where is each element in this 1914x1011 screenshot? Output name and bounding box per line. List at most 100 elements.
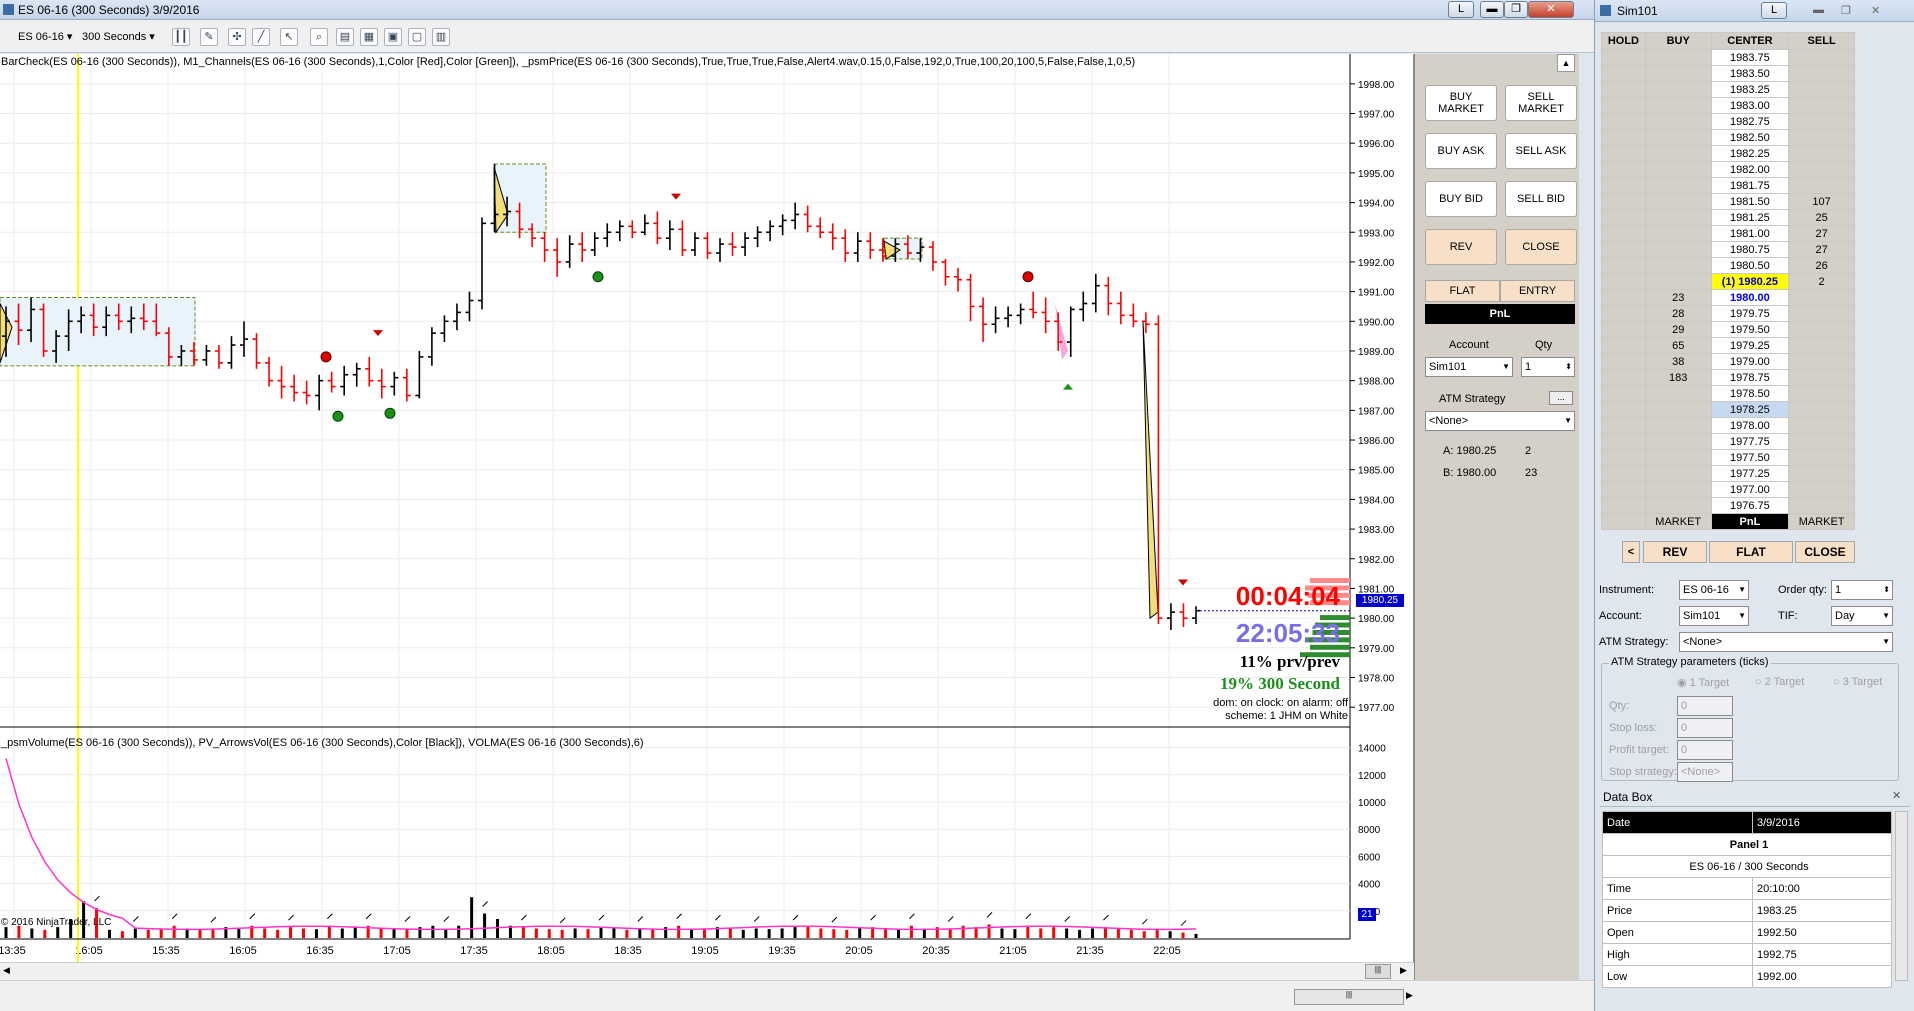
target-3-radio[interactable]: ○ 3 Target — [1833, 676, 1882, 688]
hold-cell[interactable] — [1601, 433, 1646, 450]
buy-cell[interactable] — [1644, 161, 1712, 178]
hold-cell[interactable] — [1601, 385, 1646, 402]
sell-cell[interactable] — [1788, 385, 1855, 402]
buy-cell[interactable] — [1644, 433, 1712, 450]
buy-cell[interactable] — [1644, 273, 1712, 290]
sell-cell[interactable]: 25 — [1788, 209, 1855, 226]
sell-bid-button[interactable]: SELL BID — [1505, 181, 1577, 217]
buy-market-button[interactable]: BUY MARKET — [1425, 85, 1497, 121]
hold-cell[interactable] — [1601, 161, 1646, 178]
target-2-radio[interactable]: ○ 2 Target — [1755, 676, 1804, 688]
sell-cell[interactable] — [1788, 81, 1855, 98]
hold-cell[interactable] — [1601, 465, 1646, 482]
scroll-right-icon[interactable]: ▶ — [1400, 965, 1407, 976]
sell-cell[interactable] — [1788, 305, 1855, 322]
collapse-up-icon[interactable]: ▲ — [1557, 54, 1575, 72]
sell-cell[interactable] — [1788, 129, 1855, 146]
buy-cell[interactable] — [1644, 129, 1712, 146]
hold-cell[interactable] — [1601, 209, 1646, 226]
hold-cell[interactable] — [1601, 353, 1646, 370]
tif-select[interactable]: Day ▼ — [1831, 606, 1893, 626]
close-position-button[interactable]: CLOSE — [1505, 229, 1577, 265]
hold-cell[interactable] — [1601, 225, 1646, 242]
hold-cell[interactable] — [1601, 369, 1646, 386]
dom-link-button[interactable]: L — [1761, 2, 1787, 19]
sell-cell[interactable] — [1788, 369, 1855, 386]
crosshair-icon[interactable]: ✣ — [228, 28, 246, 46]
sell-cell[interactable] — [1788, 401, 1855, 418]
qty-stepper[interactable]: 1 ⬍ — [1521, 357, 1575, 377]
bottom-scroll-right-icon[interactable]: ▶ — [1406, 990, 1413, 1001]
sell-cell[interactable]: 26 — [1788, 257, 1855, 274]
buy-cell[interactable] — [1644, 417, 1712, 434]
bottom-scroll-thumb[interactable]: ||| — [1294, 989, 1404, 1005]
buy-ask-button[interactable]: BUY ASK — [1425, 133, 1497, 169]
sell-cell[interactable] — [1788, 433, 1855, 450]
account-select[interactable]: Sim101 ▼ — [1425, 357, 1513, 377]
buy-cell[interactable]: 29 — [1644, 321, 1712, 338]
minimize-icon[interactable]: ▬ — [1480, 1, 1504, 18]
hold-cell[interactable] — [1601, 401, 1646, 418]
hold-cell[interactable] — [1601, 417, 1646, 434]
sell-cell[interactable] — [1788, 481, 1855, 498]
hold-cell[interactable] — [1601, 193, 1646, 210]
stop-loss-input[interactable]: 0 — [1677, 718, 1733, 738]
scroll-thumb[interactable]: ||| — [1365, 964, 1391, 979]
sell-market-button[interactable]: SELL MARKET — [1505, 85, 1577, 121]
sell-cell[interactable] — [1788, 97, 1855, 114]
image-icon[interactable]: ▣ — [384, 28, 402, 46]
dom-atm-select[interactable]: <None> ▼ — [1679, 632, 1893, 652]
buy-cell[interactable] — [1644, 465, 1712, 482]
dom-close-icon[interactable]: ✕ — [1871, 4, 1880, 17]
buy-cell[interactable] — [1644, 225, 1712, 242]
buy-cell[interactable] — [1644, 209, 1712, 226]
hold-cell[interactable] — [1601, 321, 1646, 338]
hold-cell[interactable] — [1601, 129, 1646, 146]
instrument-selector[interactable]: ES 06-16 ▾ — [18, 27, 72, 47]
zoom-icon[interactable]: ⌕ — [310, 28, 328, 46]
buy-cell[interactable] — [1644, 401, 1712, 418]
sell-cell[interactable] — [1788, 465, 1855, 482]
buy-cell[interactable] — [1644, 497, 1712, 514]
sell-cell[interactable]: 107 — [1788, 193, 1855, 210]
data-box-scrollbar[interactable] — [1895, 811, 1908, 981]
hold-cell[interactable] — [1601, 305, 1646, 322]
hold-cell[interactable] — [1601, 337, 1646, 354]
atm-strategy-select[interactable]: <None> ▼ — [1425, 411, 1575, 431]
cursor-icon[interactable]: ↖ — [280, 28, 298, 46]
buy-cell[interactable]: 183 — [1644, 369, 1712, 386]
buy-cell[interactable] — [1644, 385, 1712, 402]
qty-param-input[interactable]: 0 — [1677, 696, 1733, 716]
market-sell-button[interactable]: MARKET — [1788, 513, 1855, 530]
properties-icon[interactable]: ▤ — [336, 28, 354, 46]
close-icon[interactable]: ✕ — [1528, 1, 1574, 18]
hold-cell[interactable] — [1601, 145, 1646, 162]
chart-horizontal-scrollbar[interactable]: ◀ ||| ▶ — [0, 962, 1414, 980]
interval-selector[interactable]: 300 Seconds ▾ — [82, 27, 155, 47]
dom-instrument-select[interactable]: ES 06-16 ▼ — [1679, 580, 1749, 600]
sell-cell[interactable] — [1788, 145, 1855, 162]
bar-type-icon[interactable]: ┃┃ — [172, 28, 190, 46]
sell-cell[interactable] — [1788, 289, 1855, 306]
sell-cell[interactable] — [1788, 113, 1855, 130]
atm-more-icon[interactable]: ... — [1549, 391, 1573, 405]
bottom-scroll-bar[interactable]: ||| ▶ — [0, 980, 1594, 1011]
dom-flat-button[interactable]: FLAT — [1709, 541, 1793, 563]
chart-trader-icon[interactable]: ▥ — [432, 28, 450, 46]
sell-cell[interactable]: 27 — [1788, 241, 1855, 258]
buy-cell[interactable]: 28 — [1644, 305, 1712, 322]
dom-account-select[interactable]: Sim101 ▼ — [1679, 606, 1749, 626]
sell-cell[interactable] — [1788, 65, 1855, 82]
hold-cell[interactable] — [1601, 497, 1646, 514]
data-box-close-icon[interactable]: ✕ — [1892, 789, 1901, 802]
link-button[interactable]: L — [1448, 1, 1474, 18]
hold-cell[interactable] — [1601, 97, 1646, 114]
buy-bid-button[interactable]: BUY BID — [1425, 181, 1497, 217]
hold-cell[interactable] — [1601, 273, 1646, 290]
sell-cell[interactable] — [1788, 337, 1855, 354]
profit-target-input[interactable]: 0 — [1677, 740, 1733, 760]
dom-close-button[interactable]: CLOSE — [1795, 541, 1855, 563]
target-1-radio[interactable]: ◉ 1 Target — [1677, 676, 1729, 689]
chart-area[interactable]: 1998.00 1997.00 1996.00 1995.00 1994.00 1993.… — [0, 54, 1414, 962]
buy-cell[interactable] — [1644, 81, 1712, 98]
